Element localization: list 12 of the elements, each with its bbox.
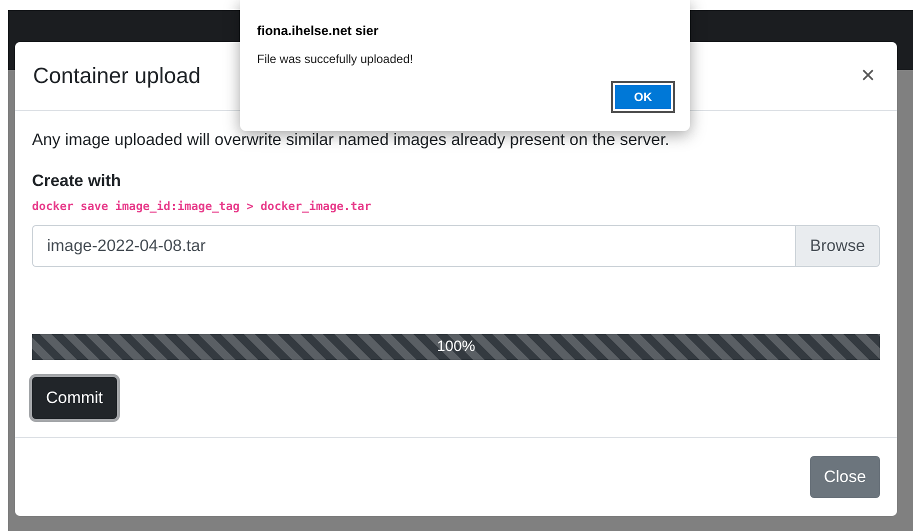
- browse-button[interactable]: Browse: [795, 225, 880, 267]
- upload-notice: Any image uploaded will overwrite similar named images already present on the server.: [32, 131, 670, 150]
- docker-command: docker save image_id:image_tag > docker_image.tar: [32, 199, 372, 213]
- commit-button[interactable]: Commit: [32, 377, 117, 419]
- ok-button[interactable]: OK: [613, 83, 673, 111]
- alert-title: fiona.ihelse.net sier: [257, 23, 380, 38]
- create-heading: Create with: [32, 172, 121, 191]
- dialog-title: Container upload: [33, 63, 201, 89]
- file-field[interactable]: image-2022-04-08.tar: [32, 225, 795, 267]
- alert-message: File was succefully uploaded!: [257, 52, 414, 66]
- progress-reading: 100%: [436, 337, 476, 357]
- close-button[interactable]: Close: [810, 456, 880, 498]
